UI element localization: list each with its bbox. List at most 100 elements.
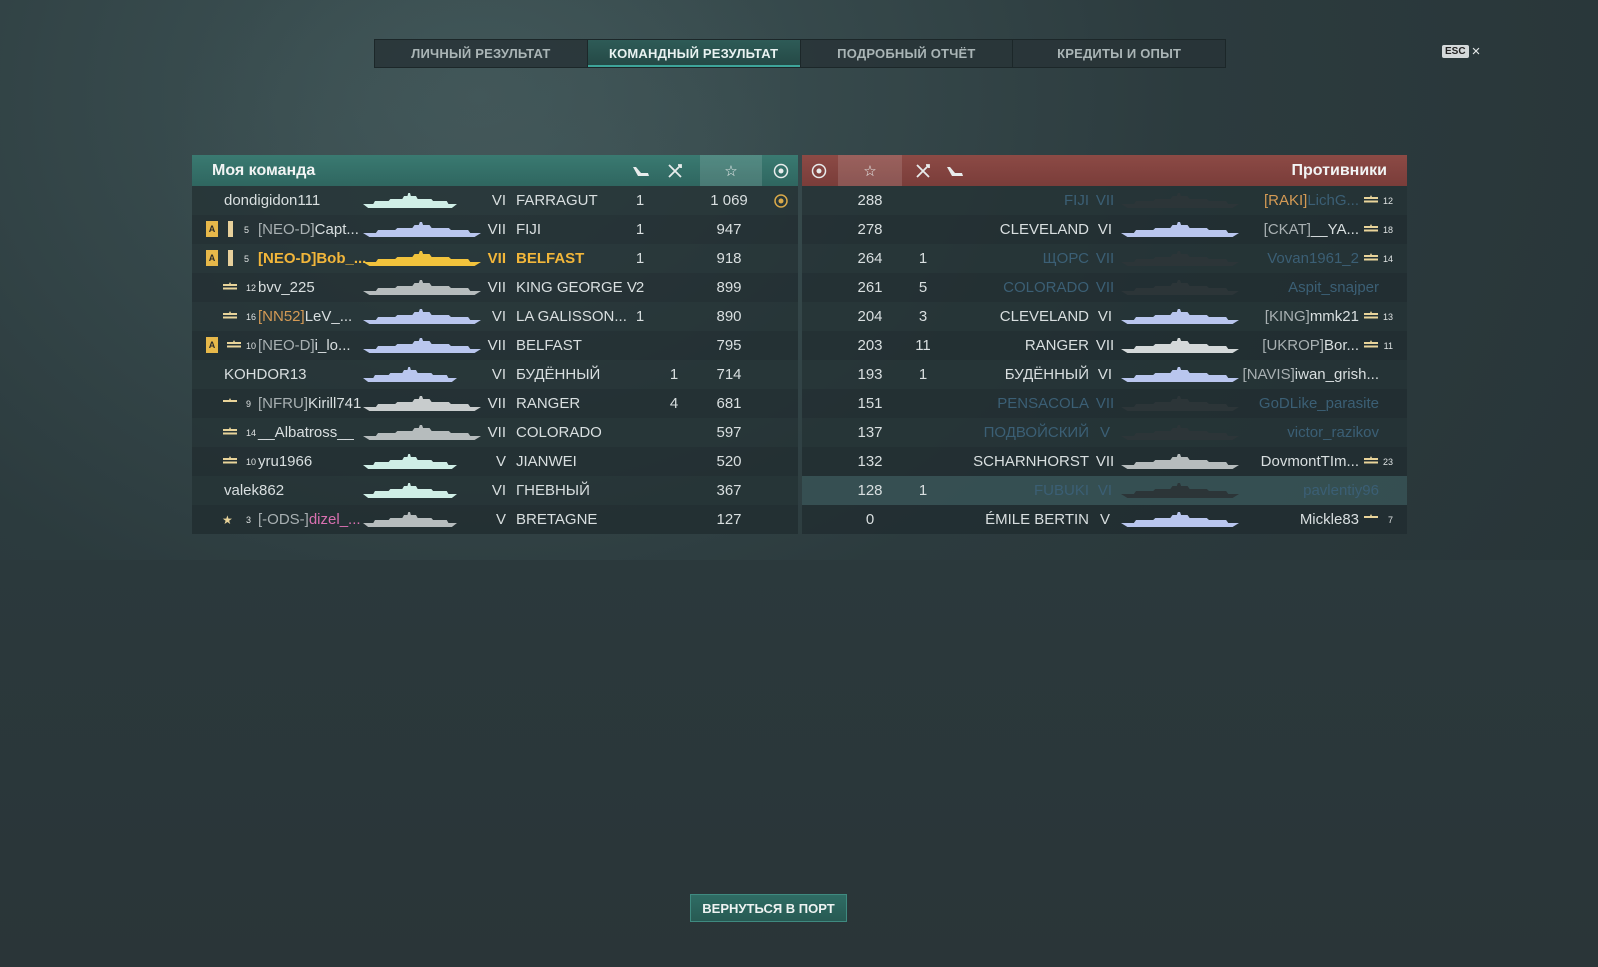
player-name[interactable]: [NEO-D] i_lo...: [258, 331, 351, 360]
clan-tag[interactable]: [UKROP]: [1262, 337, 1324, 354]
team-player-row[interactable]: A 5 [NEO-D] Bob_... VII BELFAST 1 918: [192, 244, 798, 273]
player-name[interactable]: victor_razikov: [1287, 418, 1379, 447]
enemy-player-row[interactable]: 204 3 CLEVELAND VI [KING] mmk21 13: [802, 302, 1407, 331]
enemy-player-row[interactable]: 264 1 ЩОРС VII Vovan1961_2 14: [802, 244, 1407, 273]
team-player-row[interactable]: 12 bvv_225 VII KING GEORGE V 2 899: [192, 273, 798, 302]
ship-name[interactable]: COLORADO: [516, 418, 602, 447]
team-player-row[interactable]: 16 [NN52] LeV_... VI LA GALISSON... 1 890: [192, 302, 798, 331]
clan-tag[interactable]: [NN52]: [258, 308, 305, 325]
plane-icon[interactable]: [940, 155, 970, 186]
base-xp-score: 795: [716, 337, 742, 354]
player-name[interactable]: [UKROP] Bor...: [1262, 331, 1359, 360]
player-name[interactable]: KOHDOR13: [224, 360, 307, 389]
crossed-swords-icon[interactable]: [660, 155, 690, 186]
clan-tag[interactable]: [NEO-D]: [258, 221, 315, 238]
ship-name[interactable]: БУДЁННЫЙ: [516, 360, 600, 389]
team-player-row[interactable]: dondigidon111 VI FARRAGUT 1 1 069: [192, 186, 798, 215]
ship-name[interactable]: ПОДВОЙСКИЙ: [984, 418, 1089, 447]
team-player-row[interactable]: 10 yru1966 V JIANWEI 520: [192, 447, 798, 476]
player-name[interactable]: [NAVIS] iwan_grish...: [1243, 360, 1379, 389]
clan-tag[interactable]: [CKAT]: [1264, 221, 1311, 238]
esc-close-button[interactable]: ESC ×: [1442, 44, 1480, 59]
star-icon[interactable]: ☆: [700, 155, 762, 186]
clan-tag[interactable]: [KING]: [1265, 308, 1310, 325]
team-player-row[interactable]: A 5 [NEO-D] Capt... VII FIJI 1 947: [192, 215, 798, 244]
ship-name[interactable]: RANGER: [1025, 331, 1089, 360]
ship-name[interactable]: LA GALISSON...: [516, 302, 627, 331]
clan-tag[interactable]: [NEO-D]: [258, 250, 316, 267]
ship-name[interactable]: KING GEORGE V: [516, 273, 637, 302]
ship-name[interactable]: BELFAST: [516, 244, 584, 273]
team-player-row[interactable]: 9 [NFRU] Kirill741 VII RANGER 4 681: [192, 389, 798, 418]
player-name[interactable]: [RAKI] LichG...: [1264, 186, 1359, 215]
player-name[interactable]: dondigidon111: [224, 186, 320, 215]
player-name[interactable]: [NN52] LeV_...: [258, 302, 352, 331]
clan-tag[interactable]: [NAVIS]: [1243, 366, 1295, 383]
enemy-player-row[interactable]: 0 ÉMILE BERTIN V Mickle83 7: [802, 505, 1407, 534]
clan-tag[interactable]: [NFRU]: [258, 395, 308, 412]
player-name[interactable]: yru1966: [258, 447, 312, 476]
clan-tag[interactable]: [NEO-D]: [258, 337, 315, 354]
tab-detailed-report[interactable]: ПОДРОБНЫЙ ОТЧЁТ: [801, 40, 1014, 67]
team-player-row[interactable]: KOHDOR13 VI БУДЁННЫЙ 1 714: [192, 360, 798, 389]
player-name[interactable]: [NEO-D] Bob_...: [258, 244, 366, 273]
player-name[interactable]: Vovan1961_2: [1267, 244, 1359, 273]
player-name[interactable]: bvv_225: [258, 273, 315, 302]
ship-name[interactable]: БУДЁННЫЙ: [1005, 360, 1089, 389]
ship-name[interactable]: ГНЕВНЫЙ: [516, 476, 590, 505]
clan-tag[interactable]: [-ODS-]: [258, 511, 309, 528]
ship-name[interactable]: ЩОРС: [1043, 244, 1089, 273]
ship-name[interactable]: ÉMILE BERTIN: [985, 505, 1089, 534]
crossed-swords-icon[interactable]: [908, 155, 938, 186]
player-name[interactable]: [NEO-D] Capt...: [258, 215, 359, 244]
team-player-row[interactable]: valek862 VI ГНЕВНЫЙ 367: [192, 476, 798, 505]
enemy-player-row[interactable]: 288 FIJI VII [RAKI] LichG... 12: [802, 186, 1407, 215]
ship-name[interactable]: FIJI: [1064, 186, 1089, 215]
plane-icon[interactable]: [626, 155, 656, 186]
return-to-port-button[interactable]: ВЕРНУТЬСЯ В ПОРТ: [690, 894, 847, 922]
ship-name[interactable]: SCHARNHORST: [973, 447, 1089, 476]
player-name[interactable]: [KING] mmk21: [1265, 302, 1359, 331]
medal-icon[interactable]: [764, 155, 798, 186]
tab-personal-result[interactable]: ЛИЧНЫЙ РЕЗУЛЬТАТ: [375, 40, 588, 67]
ship-name[interactable]: CLEVELAND: [1000, 215, 1089, 244]
ship-name[interactable]: COLORADO: [1003, 273, 1089, 302]
enemy-player-row[interactable]: 193 1 БУДЁННЫЙ VI [NAVIS] iwan_grish...: [802, 360, 1407, 389]
ship-name[interactable]: FUBUKI: [1034, 476, 1089, 505]
enemy-player-row[interactable]: 203 11 RANGER VII [UKROP] Bor... 11: [802, 331, 1407, 360]
ship-name[interactable]: FIJI: [516, 215, 541, 244]
tab-credits-xp[interactable]: КРЕДИТЫ И ОПЫТ: [1013, 40, 1225, 67]
enemy-player-row[interactable]: 261 5 COLORADO VII Aspit_snajper: [802, 273, 1407, 302]
ship-name[interactable]: JIANWEI: [516, 447, 577, 476]
medal-icon[interactable]: [802, 155, 836, 186]
player-name[interactable]: GoDLike_parasite: [1259, 389, 1379, 418]
enemy-player-row[interactable]: 278 CLEVELAND VI [CKAT] __YA... 18: [802, 215, 1407, 244]
clan-tag[interactable]: [RAKI]: [1264, 192, 1307, 209]
division-badge-icon: A: [206, 337, 218, 353]
star-icon[interactable]: ☆: [838, 155, 902, 186]
player-name[interactable]: valek862: [224, 476, 284, 505]
player-name[interactable]: __Albatross__: [258, 418, 354, 447]
ship-name[interactable]: FARRAGUT: [516, 186, 598, 215]
player-name[interactable]: DovmontTIm...: [1261, 447, 1359, 476]
ship-name[interactable]: BELFAST: [516, 331, 582, 360]
enemy-player-row[interactable]: 128 1 FUBUKI VI pavlentiy96: [802, 476, 1407, 505]
team-player-row[interactable]: A 10 [NEO-D] i_lo... VII BELFAST 795: [192, 331, 798, 360]
enemy-player-row[interactable]: 132 SCHARNHORST VII DovmontTIm... 23: [802, 447, 1407, 476]
team-player-row[interactable]: 14 __Albatross__ VII COLORADO 597: [192, 418, 798, 447]
enemy-player-row[interactable]: 151 PENSACOLA VII GoDLike_parasite: [802, 389, 1407, 418]
tab-team-result[interactable]: КОМАНДНЫЙ РЕЗУЛЬТАТ: [587, 40, 801, 67]
ship-name[interactable]: PENSACOLA: [997, 389, 1089, 418]
player-name[interactable]: [NFRU] Kirill741: [258, 389, 361, 418]
ship-name[interactable]: CLEVELAND: [1000, 302, 1089, 331]
player-name[interactable]: [-ODS-] dizel_...: [258, 505, 361, 534]
player-name[interactable]: Mickle83: [1300, 505, 1359, 534]
player-name[interactable]: Aspit_snajper: [1288, 273, 1379, 302]
team-player-row[interactable]: ★ 3 [-ODS-] dizel_... V BRETAGNE 127: [192, 505, 798, 534]
player-name[interactable]: [CKAT] __YA...: [1264, 215, 1359, 244]
ship-name[interactable]: BRETAGNE: [516, 505, 597, 534]
ship-name[interactable]: RANGER: [516, 389, 580, 418]
player-name[interactable]: pavlentiy96: [1303, 476, 1379, 505]
player-nickname: Capt...: [314, 221, 359, 238]
enemy-player-row[interactable]: 137 ПОДВОЙСКИЙ Vvictor_razikov: [802, 418, 1407, 447]
